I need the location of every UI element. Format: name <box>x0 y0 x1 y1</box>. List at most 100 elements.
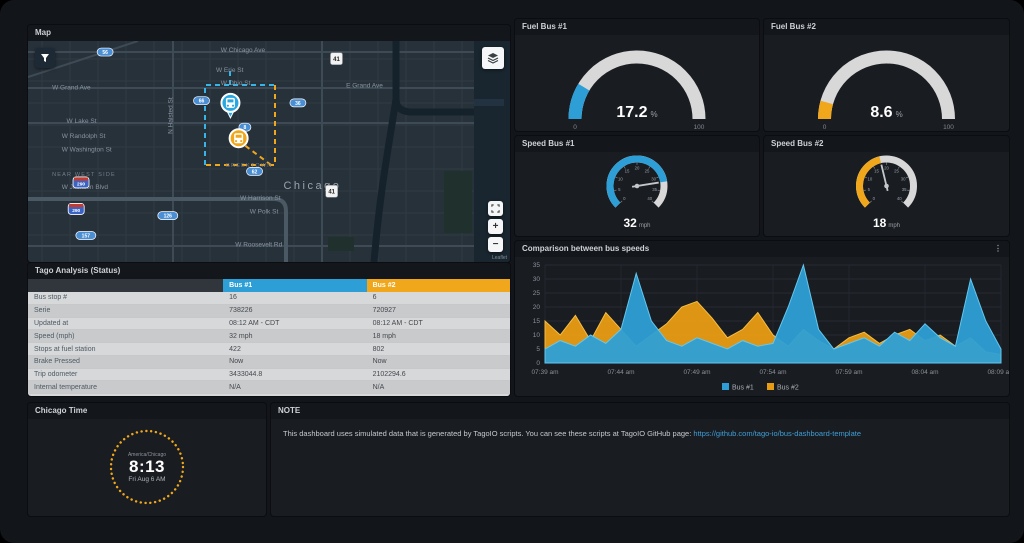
svg-text:10: 10 <box>867 177 872 182</box>
legend-label: Bus #1 <box>732 385 754 392</box>
street-label: W Washington St <box>62 147 112 154</box>
table-cell: Updated at <box>28 317 224 331</box>
table-cell: OFF <box>366 393 510 396</box>
table-cell: Speed (mph) <box>28 329 224 344</box>
street-label: W Roosevelt Rd <box>235 242 282 249</box>
table-cell: N/A <box>223 380 367 395</box>
map-park <box>444 171 472 233</box>
map-park <box>328 237 354 251</box>
svg-text:20: 20 <box>635 166 640 171</box>
gauge-value: 32 mph <box>623 216 650 230</box>
map-widget-header: Map <box>28 25 510 41</box>
bus-marker-2[interactable] <box>228 128 249 149</box>
table-cell: 738226 <box>223 304 367 318</box>
svg-text:35: 35 <box>902 187 907 192</box>
clock-date: Fri Aug 6 AM <box>128 476 166 484</box>
street-label: W Polk St <box>250 208 279 215</box>
svg-text:40: 40 <box>647 196 652 201</box>
table-cell: 3433044.8 <box>223 368 367 382</box>
svg-text:30: 30 <box>651 177 656 182</box>
svg-text:10: 10 <box>618 177 623 182</box>
legend-swatch <box>722 383 729 390</box>
gauge-value: 18 mph <box>873 216 900 230</box>
svg-text:56: 56 <box>102 50 108 56</box>
widget-menu-icon[interactable]: ⋮ <box>994 241 1002 257</box>
map-expand-button[interactable] <box>488 201 503 216</box>
table-cell: Serie <box>28 304 224 318</box>
map-widget: Map W Chicago Ave W Erie St W Ohio St W … <box>28 25 510 262</box>
highway-shield: 41 <box>325 184 338 198</box>
svg-text:66: 66 <box>199 99 205 105</box>
dashboard: Map W Chicago Ave W Erie St W Ohio St W … <box>0 0 1024 543</box>
table-cell: 16 <box>223 292 367 305</box>
svg-text:20: 20 <box>884 166 889 171</box>
highway-shield: 41 <box>330 52 343 65</box>
zoom-in-button[interactable]: + <box>488 219 503 234</box>
svg-text:08:04 am: 08:04 am <box>911 369 938 376</box>
speed-bus-1-gauge: 05 1015 20 2530 3540 32 mph <box>606 155 668 230</box>
table-row: Speed (mph) 32 mph 18 mph <box>28 329 510 344</box>
table-cell: 08:12 AM - CDT <box>223 317 367 331</box>
svg-text:10: 10 <box>533 332 541 339</box>
route-badge: 157 <box>75 231 97 240</box>
svg-text:25: 25 <box>645 169 650 174</box>
route-badge: 62 <box>246 167 263 176</box>
speed-bus-2-widget: Speed Bus #2 0 5 10 15 20 25 30 35 40 18 mph <box>764 136 1009 236</box>
table-row: Serie 738226 720927 <box>28 304 510 318</box>
map-filter-button[interactable] <box>35 48 55 68</box>
funnel-icon <box>41 54 49 62</box>
gauge-value: 8.6% <box>870 104 902 121</box>
map-canvas[interactable]: W Chicago Ave W Erie St W Ohio St W Grand A… <box>28 41 510 262</box>
map-layers-button[interactable] <box>482 47 504 69</box>
svg-text:100: 100 <box>943 124 954 131</box>
svg-text:157: 157 <box>82 233 91 239</box>
svg-text:0: 0 <box>573 124 577 131</box>
street-label: E Grand Ave <box>346 82 383 89</box>
route-badge: 56 <box>96 47 114 57</box>
table-header-row: Bus #1 Bus #2 <box>28 279 510 292</box>
comparison-area-chart: 0 5 10 15 20 25 30 35 07:39 am 07:44 am 07:49 am 07… <box>531 262 1009 392</box>
legend-label: Bus #2 <box>777 385 799 392</box>
street-label: W Grand Ave <box>52 85 91 92</box>
svg-text:07:54 am: 07:54 am <box>759 369 786 376</box>
svg-text:35: 35 <box>652 187 657 192</box>
table-row: Bus stop #16 6 <box>28 292 510 305</box>
svg-text:0: 0 <box>873 196 876 201</box>
status-table-title: Tago Analysis (Status) <box>35 266 121 275</box>
layers-icon <box>487 53 499 64</box>
fuel-bus-1-gauge: 0 100 17.2% <box>568 50 706 131</box>
route-badge: 126 <box>157 211 179 220</box>
column-header <box>28 279 224 292</box>
zoom-out-button[interactable]: − <box>488 237 503 252</box>
svg-text:15: 15 <box>533 318 541 325</box>
table-cell: 422 <box>223 342 367 356</box>
fuel-bus-1-widget: Fuel Bus #1 0 100 17.2% <box>515 19 759 131</box>
table-cell: OFF <box>223 393 367 396</box>
speed-bus-2-gauge: 05 1015 20 2530 3540 18 mph <box>856 155 917 230</box>
table-cell: N/A <box>366 380 510 395</box>
table-cell: 6 <box>366 292 510 305</box>
svg-text:100: 100 <box>694 124 705 131</box>
table-cell: 18 mph <box>366 329 510 344</box>
table-cell: Bus stop # <box>28 292 224 305</box>
table-cell: Trip odometer <box>28 368 224 382</box>
svg-text:15: 15 <box>625 169 630 174</box>
street-label: W Chicago Ave <box>221 47 266 54</box>
table-cell: 720927 <box>366 304 510 318</box>
fuel-bus-1-title: Fuel Bus #1 <box>522 22 567 31</box>
note-widget-title: NOTE <box>278 406 301 415</box>
svg-text:25: 25 <box>894 169 899 174</box>
table-cell: 08:12 AM - CDT <box>366 317 510 331</box>
expand-icon <box>491 204 500 213</box>
svg-text:0: 0 <box>623 196 626 201</box>
svg-text:36: 36 <box>295 101 301 107</box>
table-cell: Now <box>223 355 367 369</box>
clock-widget-title: Chicago Time <box>35 406 88 415</box>
table-cell: Internal temperature <box>28 380 224 395</box>
svg-text:40: 40 <box>897 196 902 201</box>
github-link[interactable]: https://github.com/tago-io/bus-dashboard… <box>693 429 861 438</box>
street-label: W Harrison St <box>240 195 281 202</box>
gauge-value-arc <box>818 100 834 120</box>
svg-text:0: 0 <box>536 360 540 367</box>
clock-widget: Chicago Time America/Chicago 8:13 Fri Au… <box>28 403 266 516</box>
